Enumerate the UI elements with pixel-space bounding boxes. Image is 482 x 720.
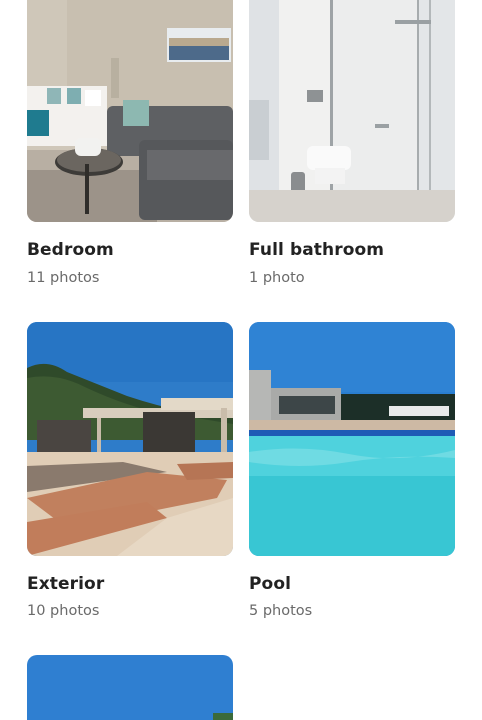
photo-category-pool[interactable]: Pool 5 photos — [249, 322, 455, 632]
category-title: Full bathroom — [249, 240, 385, 260]
photo-category-exterior[interactable]: Exterior 10 photos — [27, 322, 233, 632]
exterior-image — [27, 322, 233, 556]
category-title: Pool — [249, 574, 292, 594]
pool-thumbnail[interactable] — [249, 322, 455, 556]
sky-image — [27, 655, 233, 720]
bathroom-thumbnail[interactable] — [249, 0, 455, 222]
bedroom-image — [27, 0, 233, 222]
photo-count: 5 photos — [249, 603, 313, 619]
photo-count: 11 photos — [27, 270, 100, 286]
category-title: Exterior — [27, 574, 105, 594]
photo-count: 1 photo — [249, 270, 305, 286]
photo-category-bedroom[interactable]: Bedroom 11 photos — [27, 0, 233, 300]
category-title: Bedroom — [27, 240, 114, 260]
bedroom-thumbnail[interactable] — [27, 0, 233, 222]
partial-thumbnail[interactable] — [27, 655, 233, 720]
bathroom-image — [249, 0, 455, 222]
photo-count: 10 photos — [27, 603, 100, 619]
pool-image — [249, 322, 455, 556]
photo-category-full-bathroom[interactable]: Full bathroom 1 photo — [249, 0, 455, 300]
photo-category-partial[interactable] — [27, 655, 233, 720]
exterior-thumbnail[interactable] — [27, 322, 233, 556]
photo-tour-grid: Bedroom 11 photos Full bathroom 1 photo … — [0, 0, 482, 720]
